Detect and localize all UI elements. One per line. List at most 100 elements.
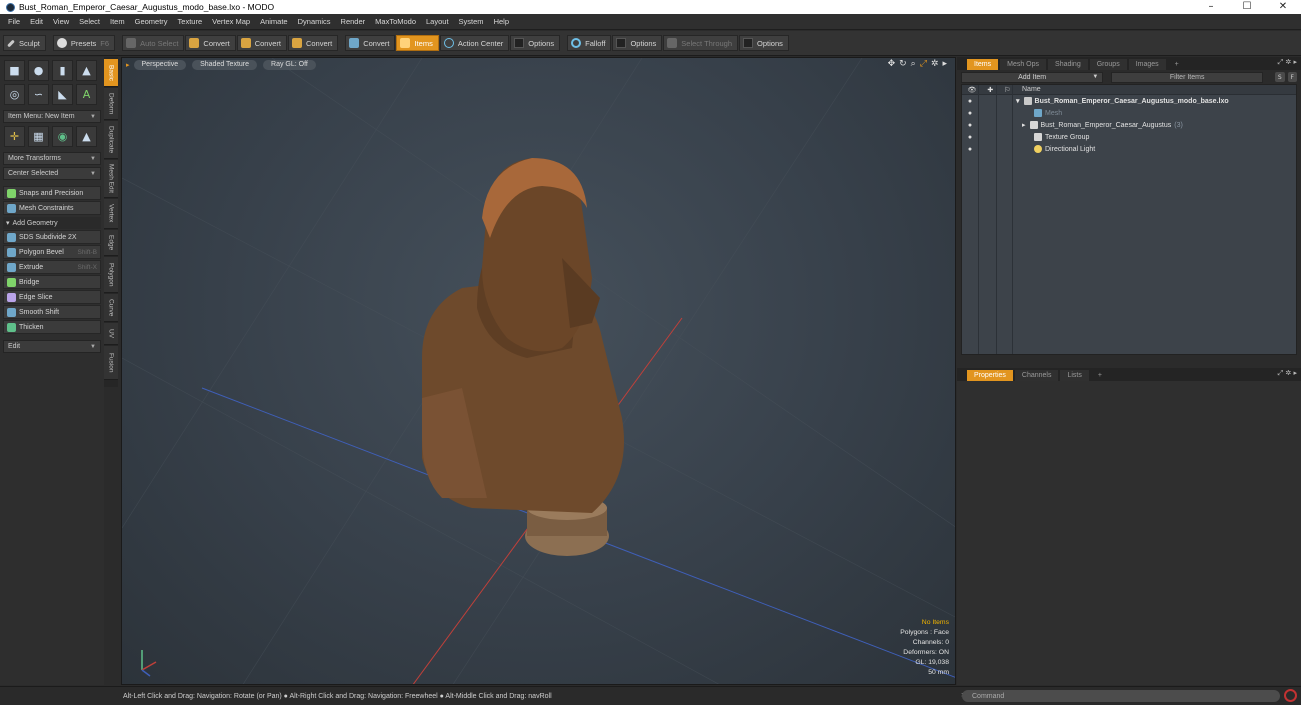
more-transforms-dropdown[interactable]: More Transforms ▼	[3, 152, 101, 165]
view-type-button[interactable]: Perspective	[133, 59, 187, 70]
polygon-bevel-button[interactable]: Polygon Bevel Shift-B	[3, 245, 101, 259]
sculpt-button[interactable]: Sculpt	[3, 35, 46, 51]
more-icon[interactable]: ▸	[942, 59, 947, 69]
record-icon[interactable]	[1284, 689, 1297, 702]
tab-items[interactable]: Items	[967, 59, 999, 70]
auto-select-button[interactable]: Auto Select	[122, 35, 185, 51]
pan-icon[interactable]: ✥	[888, 59, 896, 69]
menu-edit[interactable]: Edit	[25, 17, 48, 26]
tab-lists[interactable]: Lists	[1060, 370, 1089, 381]
minimize-button[interactable]: –	[1193, 0, 1229, 14]
center-selected-dropdown[interactable]: Center Selected ▼	[3, 167, 101, 180]
sphere-icon[interactable]: ●	[28, 60, 49, 81]
add-tab-button[interactable]: +	[1168, 59, 1186, 70]
tab-vertex[interactable]: Vertex	[104, 199, 118, 229]
raygl-button[interactable]: Ray GL: Off	[263, 59, 316, 70]
sds-subdivide-button[interactable]: SDS Subdivide 2X	[3, 230, 101, 244]
tab-curve[interactable]: Curve	[104, 294, 118, 322]
bridge-button[interactable]: Bridge	[3, 275, 101, 289]
shading-mode-button[interactable]: Shaded Texture	[192, 59, 258, 70]
filter-items-input[interactable]: Filter Items	[1111, 71, 1264, 83]
cube-icon[interactable]: ■	[4, 60, 25, 81]
tab-deform[interactable]: Deform	[104, 88, 118, 120]
mesh-constraints-button[interactable]: Mesh Constraints	[3, 201, 101, 215]
tab-edge[interactable]: Edge	[104, 230, 118, 256]
rotate-icon[interactable]: ↻	[899, 59, 907, 69]
pyramid-icon[interactable]: ▲	[76, 126, 97, 147]
visibility-eye-icon[interactable]: ●	[962, 110, 978, 117]
menu-maxtomodo[interactable]: MaxToModo	[370, 17, 421, 26]
move-icon[interactable]: ✛	[4, 126, 25, 147]
convert-vertices-button[interactable]: Convert	[185, 35, 236, 51]
panel-options-icon[interactable]: ⤢ ✲ ▸	[1278, 369, 1297, 378]
menu-select[interactable]: Select	[74, 17, 105, 26]
tab-images[interactable]: Images	[1128, 59, 1166, 70]
add-geometry-header[interactable]: ▾ Add Geometry	[3, 217, 101, 229]
tab-polygon[interactable]: Polygon	[104, 257, 118, 293]
menu-help[interactable]: Help	[489, 17, 514, 26]
visibility-eye-icon[interactable]: ●	[962, 134, 978, 141]
snaps-precision-button[interactable]: Snaps and Precision	[3, 186, 101, 200]
convert-items-button[interactable]: Convert	[345, 35, 396, 51]
menu-system[interactable]: System	[454, 17, 489, 26]
tab-channels[interactable]: Channels	[1014, 370, 1059, 381]
tab-properties[interactable]: Properties	[967, 370, 1013, 381]
zoom-icon[interactable]: ⌕	[911, 59, 916, 69]
maximize-button[interactable]: ☐	[1229, 0, 1265, 14]
presets-button[interactable]: Presets F6	[52, 35, 116, 51]
expand-arrow-icon[interactable]: ▾	[1016, 97, 1020, 105]
convert-edges-button[interactable]: Convert	[236, 35, 287, 51]
menu-vertex-map[interactable]: Vertex Map	[207, 17, 255, 26]
extrude-button[interactable]: Extrude Shift-X	[3, 260, 101, 274]
tab-mesh-ops[interactable]: Mesh Ops	[1000, 59, 1047, 70]
menu-render[interactable]: Render	[336, 17, 371, 26]
add-tab-button[interactable]: +	[1091, 370, 1109, 381]
menu-dynamics[interactable]: Dynamics	[293, 17, 336, 26]
select-through-button[interactable]: Select Through	[663, 35, 739, 51]
expand-arrow-icon[interactable]: ▸	[1022, 121, 1026, 129]
edge-slice-button[interactable]: Edge Slice	[3, 290, 101, 304]
close-button[interactable]: ✕	[1265, 0, 1301, 14]
add-item-dropdown[interactable]: Add Item ▼	[961, 71, 1104, 83]
menu-geometry[interactable]: Geometry	[130, 17, 173, 26]
falloff-button[interactable]: Falloff	[567, 35, 612, 51]
grid-icon[interactable]: ▦	[28, 126, 49, 147]
settings-icon[interactable]: ✲	[931, 59, 939, 69]
tab-mesh-edit[interactable]: Mesh Edit	[104, 160, 118, 198]
name-column-header[interactable]: Name	[1022, 86, 1041, 93]
cone-icon[interactable]: ▲	[76, 60, 97, 81]
item-menu-dropdown[interactable]: Item Menu: New Item ▼	[3, 110, 101, 123]
falloff-options-button[interactable]: Options	[612, 35, 663, 51]
tab-groups[interactable]: Groups	[1089, 59, 1127, 70]
visibility-eye-icon[interactable]: ●	[962, 122, 978, 129]
command-input[interactable]: Command	[962, 690, 1280, 702]
3d-viewport[interactable]: ▸ Perspective Shaded Texture Ray GL: Off…	[121, 57, 956, 685]
tab-duplicate[interactable]: Duplicate	[104, 121, 118, 159]
cylinder-icon[interactable]: ▮	[52, 60, 73, 81]
items-mode-button[interactable]: Items	[396, 35, 439, 51]
tab-fusion[interactable]: Fusion	[104, 346, 118, 380]
visibility-eye-icon[interactable]: ●	[962, 98, 978, 105]
plane-icon[interactable]: ◣	[52, 84, 73, 105]
tab-uv[interactable]: UV	[104, 323, 118, 345]
text-icon[interactable]: A	[76, 84, 97, 105]
menu-texture[interactable]: Texture	[173, 17, 208, 26]
select-through-options-button[interactable]: Options	[739, 35, 789, 51]
action-center-options-button[interactable]: Options	[510, 35, 561, 51]
menu-view[interactable]: View	[48, 17, 74, 26]
smooth-shift-button[interactable]: Smooth Shift	[3, 305, 101, 319]
maximize-icon[interactable]: ⤢	[920, 59, 927, 69]
menu-layout[interactable]: Layout	[421, 17, 454, 26]
visibility-eye-icon[interactable]: ●	[962, 146, 978, 153]
s-button[interactable]: S	[1275, 72, 1285, 82]
f-button[interactable]: F	[1287, 72, 1298, 82]
tab-shading[interactable]: Shading	[1048, 59, 1088, 70]
menu-animate[interactable]: Animate	[255, 17, 293, 26]
menu-file[interactable]: File	[3, 17, 25, 26]
tab-basic[interactable]: Basic	[104, 59, 118, 87]
viewport-menu-icon[interactable]: ▸	[126, 61, 130, 69]
menu-item[interactable]: Item	[105, 17, 130, 26]
capsule-icon[interactable]: ∽	[28, 84, 49, 105]
action-center-button[interactable]: Action Center	[439, 35, 510, 51]
torus-icon[interactable]: ◎	[4, 84, 25, 105]
